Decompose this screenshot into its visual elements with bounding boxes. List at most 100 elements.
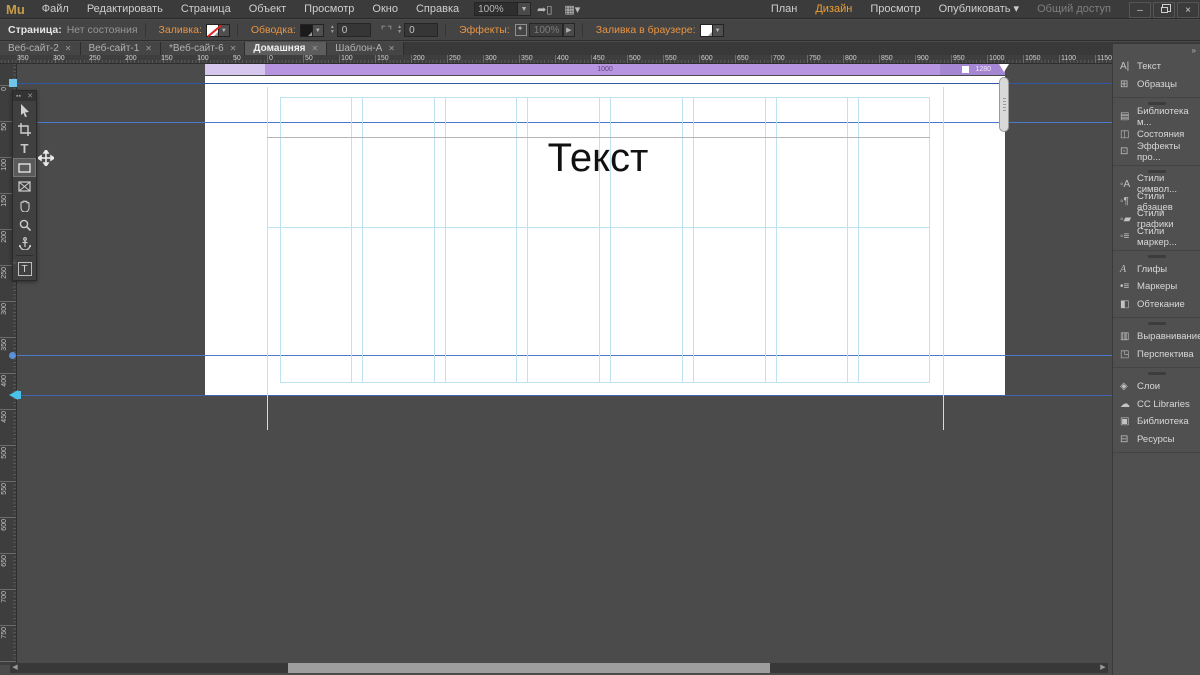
tab-Веб-сайт-1[interactable]: Веб-сайт-1 ✕ — [80, 42, 161, 55]
minimize-button[interactable]: – — [1129, 1, 1151, 18]
tab-close-icon[interactable]: ✕ — [312, 42, 319, 55]
palette-grip-icon[interactable]: ▪▪ — [16, 93, 21, 100]
rectangle-tool[interactable] — [13, 158, 36, 177]
scroll-right-icon[interactable]: ▶ — [1098, 663, 1108, 673]
tab-close-icon[interactable]: ✕ — [230, 42, 237, 55]
fill-link[interactable]: Заливка: — [159, 24, 202, 36]
screen-mode-icon[interactable]: ▦▾ — [558, 3, 586, 16]
ruler-label: 250 — [1, 267, 8, 279]
horizontal-ruler[interactable]: 350 300 250 200 150 100 50 0 50 100 150 200 250 300 35… — [0, 55, 1112, 64]
effects-link[interactable]: Эффекты: — [459, 24, 510, 36]
menu-Справка[interactable]: Справка — [407, 0, 468, 19]
menu-Просмотр[interactable]: Просмотр — [295, 0, 363, 19]
restore-button[interactable] — [1153, 1, 1175, 18]
mode-План[interactable]: План — [762, 0, 807, 19]
panel-group-grip[interactable] — [1147, 169, 1166, 173]
panel-item-Маркеры[interactable]: •≡ Маркеры — [1113, 278, 1200, 296]
zoom-dropdown-icon[interactable]: ▼ — [518, 2, 532, 16]
panel-item-Слои[interactable]: ◈ Слои — [1113, 378, 1200, 396]
panel-item-Стили маркер...[interactable]: ◦≡ Стили маркер... — [1113, 226, 1200, 248]
stroke-link[interactable]: Обводка: — [251, 24, 296, 36]
place-icon[interactable]: ➦▯ — [531, 3, 558, 16]
panel-item-Глифы[interactable]: A Глифы — [1113, 261, 1200, 279]
tab-Веб-сайт-2[interactable]: Веб-сайт-2 ✕ — [0, 42, 81, 55]
panel-item-CC Libraries[interactable]: ☁ CC Libraries — [1113, 396, 1200, 414]
canvas-area[interactable]: 350 300 250 200 150 100 50 0 50 100 150 200 250 300 35… — [0, 55, 1112, 675]
tab-close-icon[interactable]: ✕ — [65, 42, 72, 55]
menu-Страница[interactable]: Страница — [172, 0, 240, 19]
guide-handle-circle[interactable] — [9, 352, 16, 359]
menu-Файл[interactable]: Файл — [33, 0, 78, 19]
panel-group-grip[interactable] — [1147, 322, 1166, 325]
menu-Объект[interactable]: Объект — [240, 0, 295, 19]
mode-Просмотр[interactable]: Просмотр — [861, 0, 929, 19]
scroll-left-icon[interactable]: ◀ — [10, 663, 20, 673]
stroke-swatch[interactable] — [299, 23, 313, 37]
panel-group-grip[interactable] — [1147, 102, 1166, 105]
panel-item-Перспектива[interactable]: ◳ Перспектива — [1113, 346, 1200, 364]
state-button-tool[interactable]: T — [12, 257, 36, 280]
effects-icon[interactable] — [514, 24, 527, 36]
tools-palette[interactable]: ▪▪ ✕ T T — [12, 90, 37, 281]
panel-item-Текст[interactable]: A| Текст — [1113, 58, 1200, 76]
stroke-width-field[interactable]: 0 — [336, 23, 371, 37]
opacity-arrow-icon[interactable]: ▶ — [562, 23, 575, 37]
panel-item-Библиотека[interactable]: ▣ Библиотека — [1113, 413, 1200, 431]
tab-Домашняя[interactable]: Домашняя ✕ — [245, 42, 328, 55]
menu-Редактировать[interactable]: Редактировать — [78, 0, 172, 19]
mode-Дизайн[interactable]: Дизайн — [806, 0, 861, 19]
corner-radius-field[interactable]: 0 — [404, 23, 439, 37]
breakpoint-bar[interactable]: 1000 1280 — [205, 64, 1009, 75]
margin-guide[interactable] — [943, 87, 944, 430]
stroke-width-stepper[interactable]: ▲ ▼ — [330, 25, 335, 35]
zoom-tool[interactable] — [13, 215, 36, 234]
opacity-field[interactable]: 100% — [528, 23, 563, 37]
panel-item-Выравнивание[interactable]: ▥ Выравнивание — [1113, 328, 1200, 346]
corner-stepper[interactable]: ▲ ▼ — [397, 25, 402, 35]
stroke-dropdown-icon[interactable]: ▼ — [312, 23, 324, 37]
browser-fill-dropdown-icon[interactable]: ▼ — [712, 23, 724, 37]
horizontal-guide[interactable] — [17, 395, 1112, 396]
horizontal-guide[interactable] — [17, 83, 1112, 84]
panel-item-Библиотека м...[interactable]: ▤ Библиотека м... — [1113, 106, 1200, 128]
anchor-tool[interactable] — [13, 234, 36, 253]
breakpoint-marker[interactable] — [999, 64, 1009, 72]
guide-handle-square[interactable] — [9, 79, 17, 87]
panel-item-Образцы[interactable]: ⊞ Образцы — [1113, 76, 1200, 94]
browser-fill-link[interactable]: Заливка в браузере: — [596, 24, 696, 36]
horizontal-scrollbar-thumb[interactable] — [288, 663, 770, 673]
panel-item-Обтекание[interactable]: ◧ Обтекание — [1113, 296, 1200, 314]
collapse-panels-icon[interactable]: » — [1113, 44, 1200, 56]
selection-tool[interactable] — [13, 101, 36, 120]
horizontal-scrollbar[interactable]: ◀ ▶ — [10, 663, 1108, 673]
fill-swatch[interactable] — [205, 23, 219, 37]
menu-Окно[interactable]: Окно — [363, 0, 407, 19]
tools-palette-header[interactable]: ▪▪ ✕ — [13, 91, 36, 101]
guide-handle-double[interactable] — [9, 390, 18, 400]
browser-fill-swatch[interactable] — [699, 23, 713, 37]
tab-close-icon[interactable]: ✕ — [388, 42, 395, 55]
ruler-label: 350 — [1, 339, 8, 351]
layers-icon: ◈ — [1120, 381, 1128, 393]
palette-close-icon[interactable]: ✕ — [27, 92, 33, 100]
tab-Шаблон-А[interactable]: Шаблон-А ✕ — [327, 42, 404, 55]
zoom-value-field[interactable]: 100% — [474, 2, 519, 16]
mode-Опубликовать[interactable]: Опубликовать ▾ — [930, 0, 1029, 19]
zoom-control[interactable]: 100% ▼ — [474, 2, 532, 16]
vertical-scrollbar-thumb[interactable] — [999, 77, 1009, 132]
frame-tool[interactable] — [13, 177, 36, 196]
corner-radius-icon[interactable]: ⌜ ⌝ — [381, 24, 392, 37]
tab-close-icon[interactable]: ✕ — [145, 42, 152, 55]
panel-item-Эффекты про...[interactable]: ⊡ Эффекты про... — [1113, 141, 1200, 163]
tab-*Веб-сайт-6[interactable]: *Веб-сайт-6 ✕ — [161, 42, 246, 55]
panel-group-grip[interactable] — [1147, 254, 1166, 258]
crop-tool[interactable] — [13, 120, 36, 139]
text-tool[interactable]: T — [13, 139, 36, 158]
page-text-frame[interactable]: Текст — [438, 136, 758, 181]
margin-guide[interactable] — [267, 87, 268, 430]
panel-group-grip[interactable] — [1147, 372, 1166, 375]
section-guide-line[interactable] — [267, 227, 930, 228]
panel-item-Ресурсы[interactable]: ⊟ Ресурсы — [1113, 431, 1200, 449]
hand-tool[interactable] — [13, 196, 36, 215]
close-button[interactable]: × — [1177, 1, 1199, 18]
